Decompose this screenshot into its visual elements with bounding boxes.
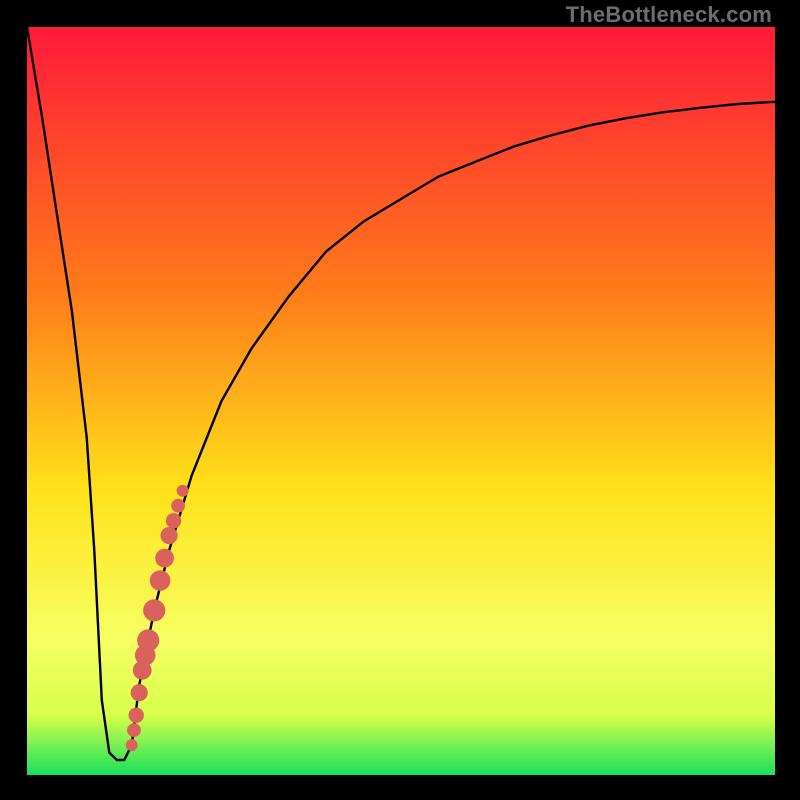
cluster-dot	[131, 684, 148, 701]
cluster-dot	[171, 499, 185, 513]
watermark-label: TheBottleneck.com	[566, 2, 772, 28]
cluster-dot	[150, 570, 171, 591]
bottleneck-plot	[27, 27, 775, 775]
plot-area	[27, 27, 775, 775]
cluster-dot	[137, 629, 159, 651]
cluster-dot	[177, 485, 189, 497]
cluster-dot	[129, 708, 144, 723]
cluster-dot	[127, 723, 141, 737]
cluster-dot	[166, 513, 181, 528]
cluster-dot	[143, 599, 165, 621]
cluster-dot	[155, 549, 174, 568]
chart-frame: TheBottleneck.com	[0, 0, 800, 800]
cluster-dot	[126, 739, 138, 751]
cluster-dot	[161, 527, 178, 544]
